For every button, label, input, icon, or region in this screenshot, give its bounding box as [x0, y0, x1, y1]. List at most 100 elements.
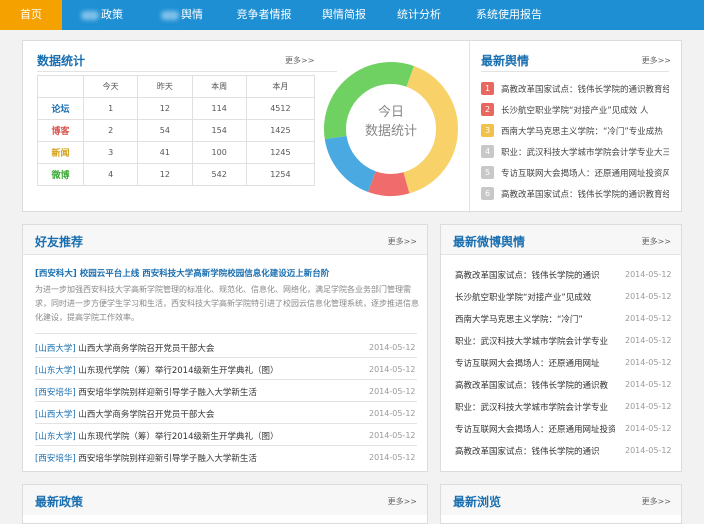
table-cell: 1	[82, 97, 139, 120]
nav-home[interactable]: 首页	[0, 0, 62, 30]
table-cell: 41	[137, 141, 193, 164]
browse-more-link[interactable]: 更多>>	[642, 496, 671, 507]
weibo-title: 最新微博舆情	[453, 235, 526, 249]
divider	[35, 401, 417, 402]
list-item-tag: [山东大学]	[35, 432, 76, 442]
list-item-text: 山东现代学院（筹）举行2014级新生开学典礼（图）	[78, 432, 279, 442]
stats-table: 今天 昨天 本周 本月 论坛 1 12 114 4512 博客 2 54 154…	[37, 75, 316, 186]
divider	[481, 71, 669, 72]
donut-center-line2: 数据统计	[364, 124, 417, 139]
nav-briefing-label: 舆情简报	[322, 8, 366, 21]
table-row: 新闻 3 41 100 1245	[37, 141, 316, 164]
weibo-panel: 最新微博舆情 更多>> 高教改革国家试点：钱伟长学院的通识 2014-05-12 …	[440, 224, 682, 472]
latest-more-link[interactable]: 更多>>	[642, 55, 671, 66]
panel-header	[23, 225, 427, 255]
nav-report-label: 系统使用报告	[476, 8, 542, 21]
list-item-date: 2014-05-12	[625, 358, 672, 367]
donut-center-label: 今日 数据统计	[321, 103, 461, 141]
list-item-tag: [山东大学]	[35, 366, 76, 376]
donut-segment	[368, 171, 410, 196]
rank-badge: 3	[481, 124, 494, 137]
list-item-date: 2014-05-12	[625, 336, 672, 345]
list-item-text: 专访互联网大会揭场人：还原通用网址投资风	[501, 169, 669, 179]
rank-badge: 4	[481, 145, 494, 158]
list-item-text: 高教改革国家试点：钱伟长学院的通识	[455, 447, 600, 457]
list-item-date: 2014-05-12	[625, 314, 672, 323]
latest-list: 1 高教改革国家试点：钱伟长学院的通识教育经 2 长沙航空职业学院“对接产业”见…	[469, 79, 683, 209]
list-item-date: 2014-05-12	[369, 453, 416, 462]
table-header-row: 今天 昨天 本周 本月	[37, 75, 316, 98]
list-item-text: 西南大学马克思主义学院：“冷门”专业成热	[501, 127, 663, 137]
policy-panel: 最新政策 更多>>	[22, 484, 428, 524]
table-header-cell: 本月	[245, 75, 316, 98]
donut-center-line1: 今日	[377, 105, 404, 120]
nav-briefing[interactable]: 舆情简报	[306, 0, 382, 30]
table-cell: 542	[191, 163, 247, 186]
list-item-date: 2014-05-12	[369, 387, 416, 396]
table-cell: 154	[191, 119, 247, 142]
list-item-text: 长沙航空职业学院“对接产业”见成效	[455, 293, 592, 303]
table-cell: 2	[82, 119, 139, 142]
rank-badge: 5	[481, 166, 494, 179]
table-header-cell: 本周	[191, 75, 247, 98]
table-cell: 1425	[245, 119, 316, 142]
list-item-text: 职业：武汉科技大学城市学院会计学专业大三	[501, 148, 669, 158]
nav-report[interactable]: 系统使用报告	[456, 0, 562, 30]
divider	[35, 357, 417, 358]
browse-panel: 最新浏览 更多>>	[440, 484, 682, 524]
divider	[35, 445, 417, 446]
list-item-text: 职业：武汉科技大学城市学院会计学专业	[455, 337, 609, 347]
table-cell: 4	[82, 163, 139, 186]
row-label: 新闻	[37, 141, 84, 164]
table-cell: 100	[191, 141, 247, 164]
panel-header	[23, 485, 427, 515]
list-item-text: 高教改革国家试点：钱伟长学院的通识教育经	[501, 190, 669, 200]
list-item-tag: [西安培华]	[35, 388, 76, 398]
nav-policy[interactable]: 政策	[62, 0, 142, 30]
list-item-date: 2014-05-12	[625, 270, 672, 279]
top-nav: 首页 政策 舆情 竞争者情报 舆情简报 统计分析 系统使用报告	[0, 0, 704, 30]
table-row: 论坛 1 12 114 4512	[37, 97, 316, 120]
nav-competitor[interactable]: 竞争者情报	[222, 0, 306, 30]
list-item-text: 山西大学商务学院召开党员干部大会	[78, 410, 215, 420]
list-item-date: 2014-05-12	[625, 380, 672, 389]
list-item-date: 2014-05-12	[625, 424, 672, 433]
divider	[37, 71, 337, 72]
list-item-text: 西南大学马克思主义学院：“冷门”	[455, 315, 583, 325]
list-item-text: 长沙航空职业学院“对接产业”见成效 人	[501, 106, 649, 116]
stats-more-link[interactable]: 更多>>	[285, 55, 314, 66]
nav-analysis-label: 统计分析	[397, 8, 441, 21]
headline-summary: 为进一步加强西安科技大学高新学院管理的标准化、规范化、信息化、网络化，满足学院各…	[35, 285, 419, 322]
nav-policy-label: 政策	[101, 8, 123, 21]
list-item-text: 高教改革国家试点：钱伟长学院的通识教育经	[501, 85, 669, 95]
blurred-text	[161, 10, 179, 20]
table-cell: 114	[191, 97, 247, 120]
list-item-text: 山西大学商务学院召开党员干部大会	[78, 344, 215, 354]
table-header-cell: 昨天	[137, 75, 193, 98]
weibo-more-link[interactable]: 更多>>	[642, 236, 671, 247]
friends-title: 好友推荐	[35, 235, 84, 249]
policy-more-link[interactable]: 更多>>	[388, 496, 417, 507]
list-item-tag: [西安培华]	[35, 454, 76, 464]
nav-opinion[interactable]: 舆情	[142, 0, 222, 30]
list-item-date: 2014-05-12	[625, 446, 672, 455]
divider	[35, 379, 417, 380]
list-item-date: 2014-05-12	[625, 402, 672, 411]
list-item-date: 2014-05-12	[369, 431, 416, 440]
table-cell: 1245	[245, 141, 316, 164]
friends-more-link[interactable]: 更多>>	[388, 236, 417, 247]
nav-home-label: 首页	[20, 8, 42, 21]
list-item-tag: [山西大学]	[35, 410, 76, 420]
donut-segment	[324, 135, 377, 192]
table-row: 博客 2 54 154 1425	[37, 119, 316, 142]
headline-link[interactable]: [西安科大] 校园云平台上线 西安科技大学高新学院校园信息化建设迈上新台阶	[35, 267, 419, 279]
table-cell: 54	[137, 119, 193, 142]
list-item-tag: [山西大学]	[35, 344, 76, 354]
blurred-text	[81, 10, 99, 20]
table-cell: 1254	[245, 163, 316, 186]
list-item-date: 2014-05-12	[369, 343, 416, 352]
nav-analysis[interactable]: 统计分析	[382, 0, 456, 30]
browse-title: 最新浏览	[453, 495, 502, 509]
list-item-text: 专访互联网大会揭场人：还原通用网址投资	[455, 425, 615, 435]
row-label: 论坛	[37, 97, 84, 120]
